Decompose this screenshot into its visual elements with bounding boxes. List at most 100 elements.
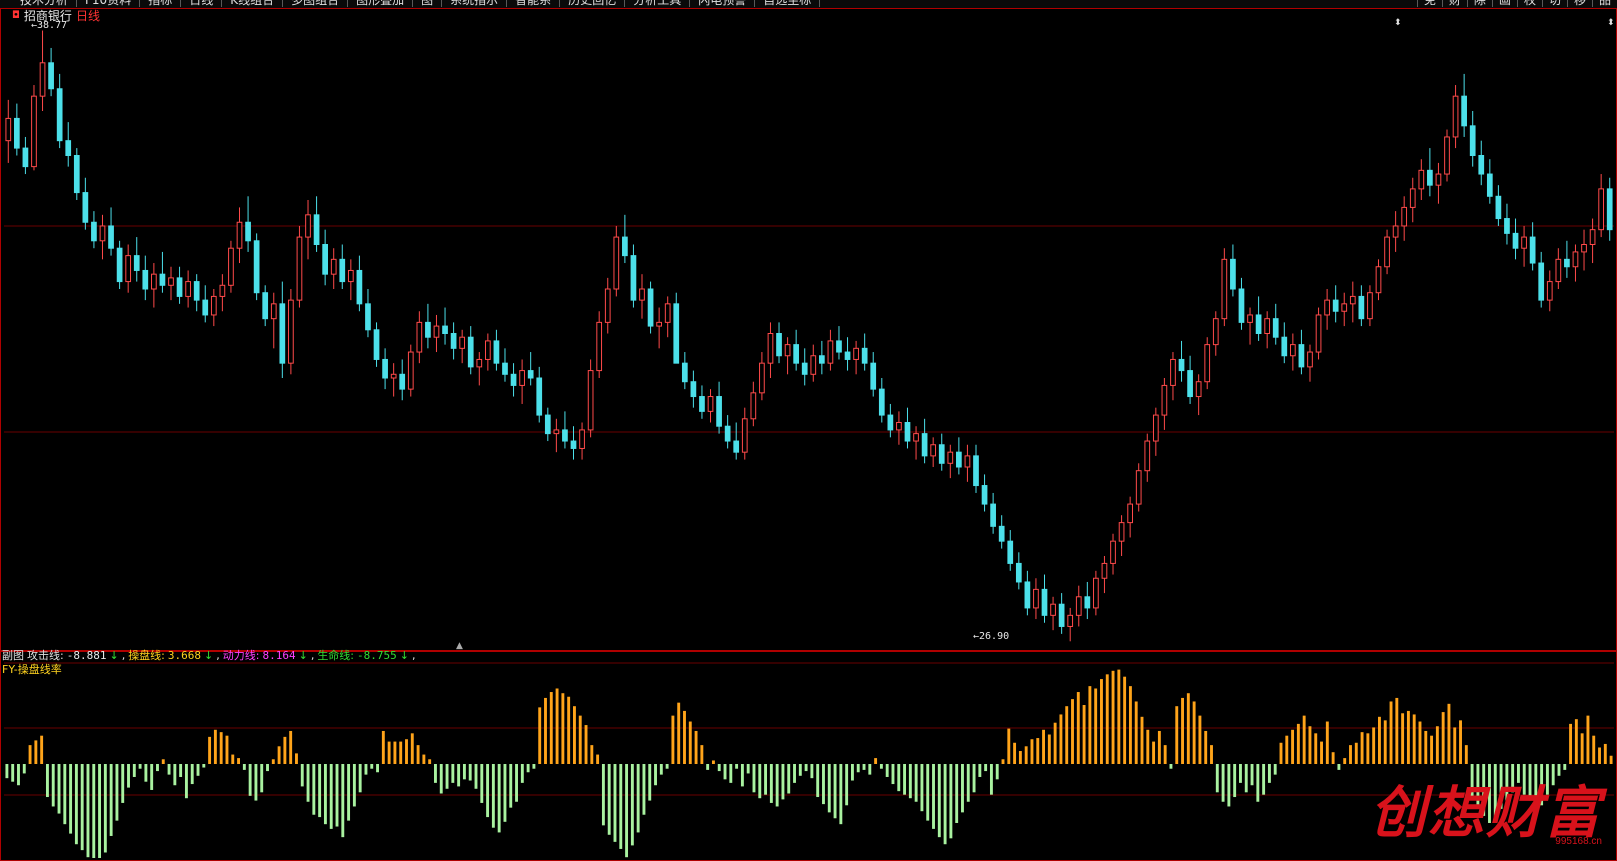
histogram-bar-positive [1036,738,1040,764]
histogram-bar-positive [1360,732,1364,764]
histogram-bar-positive [1111,670,1115,764]
histogram-bar-positive [1389,701,1393,764]
histogram-bar-negative [601,764,605,826]
candle-body [339,258,346,283]
histogram-bar-negative [497,764,501,833]
histogram-bar-positive [1140,716,1144,764]
candle-body [108,225,114,249]
indicator-title[interactable]: FY-操盘线率 [2,661,62,677]
histogram-bar-positive [225,735,229,764]
histogram-bar-positive [1181,697,1184,764]
histogram-bar-positive [1447,703,1451,764]
candle-body [844,351,851,360]
candle-body [116,247,123,283]
histogram-bar-negative [746,764,750,774]
histogram-bar-negative [891,764,895,785]
candle-body [1598,188,1605,231]
histogram-bar-positive [1134,701,1138,764]
histogram-bar-positive [1412,714,1416,764]
candle-body [956,451,962,468]
candle-body [1024,581,1031,609]
trading-app-window: 技术分析 F10资料 指标 日线 K线组合 多图组合 图形叠加图系统指示 智能系 历史回忆 分析工… [0,0,1617,861]
histogram-bar-negative [1470,764,1474,798]
histogram-bar-negative [1528,764,1532,801]
histogram-bar-negative [769,764,773,803]
histogram-bar-negative [173,764,177,786]
histogram-bar-negative [764,764,768,795]
resize-handle-icon-right[interactable]: ⬍ [1607,18,1615,28]
histogram-bar-negative [254,764,258,801]
candle-body [1555,258,1562,283]
candle-body [22,147,29,168]
histogram-bar-negative [462,764,466,780]
pane-divider-arrow-icon[interactable]: ▲ [456,641,463,651]
histogram-bar-negative [1534,764,1538,815]
candle-body [279,303,286,364]
candle-body [193,281,200,301]
histogram-bar-negative [11,764,15,782]
histogram-bar-negative [920,764,924,812]
histogram-bar-negative [798,764,802,776]
red-square-icon[interactable]: ◘ [12,10,20,21]
candle-body [5,117,12,142]
histogram-bar-negative [323,764,327,825]
histogram-bar-negative [1551,764,1555,786]
candle-body [656,321,662,327]
histogram-bar-negative [642,764,646,815]
candle-body [1247,314,1253,323]
histogram-bar-positive [1088,686,1092,764]
candle-body [759,362,765,394]
candle-body [579,429,585,449]
candle-body [1033,588,1039,609]
histogram-bar-negative [1256,764,1260,802]
high-price-label: ←38.77 [31,20,68,31]
candle-body [39,62,46,97]
histogram-bar-positive [1459,720,1462,764]
histogram-bar-negative [132,764,136,777]
histogram-bar-positive [688,721,692,764]
histogram-bar-positive [1464,745,1468,764]
candle-body [1281,336,1288,357]
histogram-bar-positive [1354,742,1358,764]
histogram-bar-negative [341,764,345,838]
candle-body [690,381,697,398]
candle-body [681,362,688,383]
histogram-bar-negative [630,764,634,846]
histogram-bar-negative [1545,764,1549,795]
candle-body [1529,236,1536,264]
histogram-bar-negative [1563,764,1567,770]
candle-body [596,321,603,372]
histogram-bar-negative [740,764,744,787]
histogram-bar-positive [1291,729,1295,764]
histogram-bar-positive [1592,735,1596,764]
histogram-bar-positive [1094,688,1098,764]
histogram-bar-negative [995,764,999,780]
histogram-bar-positive [1580,733,1584,764]
candle-body [947,451,954,464]
histogram-bar-positive [1018,751,1022,764]
candle-body [938,444,945,464]
histogram-bar-positive [1418,721,1422,764]
candle-body [245,221,251,242]
histogram-bar-positive [590,745,594,764]
chart-canvas[interactable] [0,0,1617,861]
candle-body [1238,288,1245,323]
histogram-bar-negative [127,764,130,788]
candle-body [65,140,72,157]
indicator-value-3: -8.755 [357,648,397,662]
histogram-bar-negative [607,764,611,835]
candle-body [1050,603,1056,616]
candle-body [433,325,440,338]
candle-body [1135,470,1142,505]
histogram-bar-positive [555,688,559,764]
candle-body [1307,351,1313,368]
period-label[interactable]: 日线 [76,7,100,24]
candle-body [356,269,363,305]
candle-body [91,221,97,242]
resize-handle-icon[interactable]: ⬍ [1394,18,1402,28]
histogram-bar-positive [1198,715,1202,764]
indicator-name-1: 操盘线: [128,649,165,662]
histogram-bar-negative [376,764,379,773]
histogram-bar-negative [1244,764,1248,793]
candle-body [48,62,54,90]
